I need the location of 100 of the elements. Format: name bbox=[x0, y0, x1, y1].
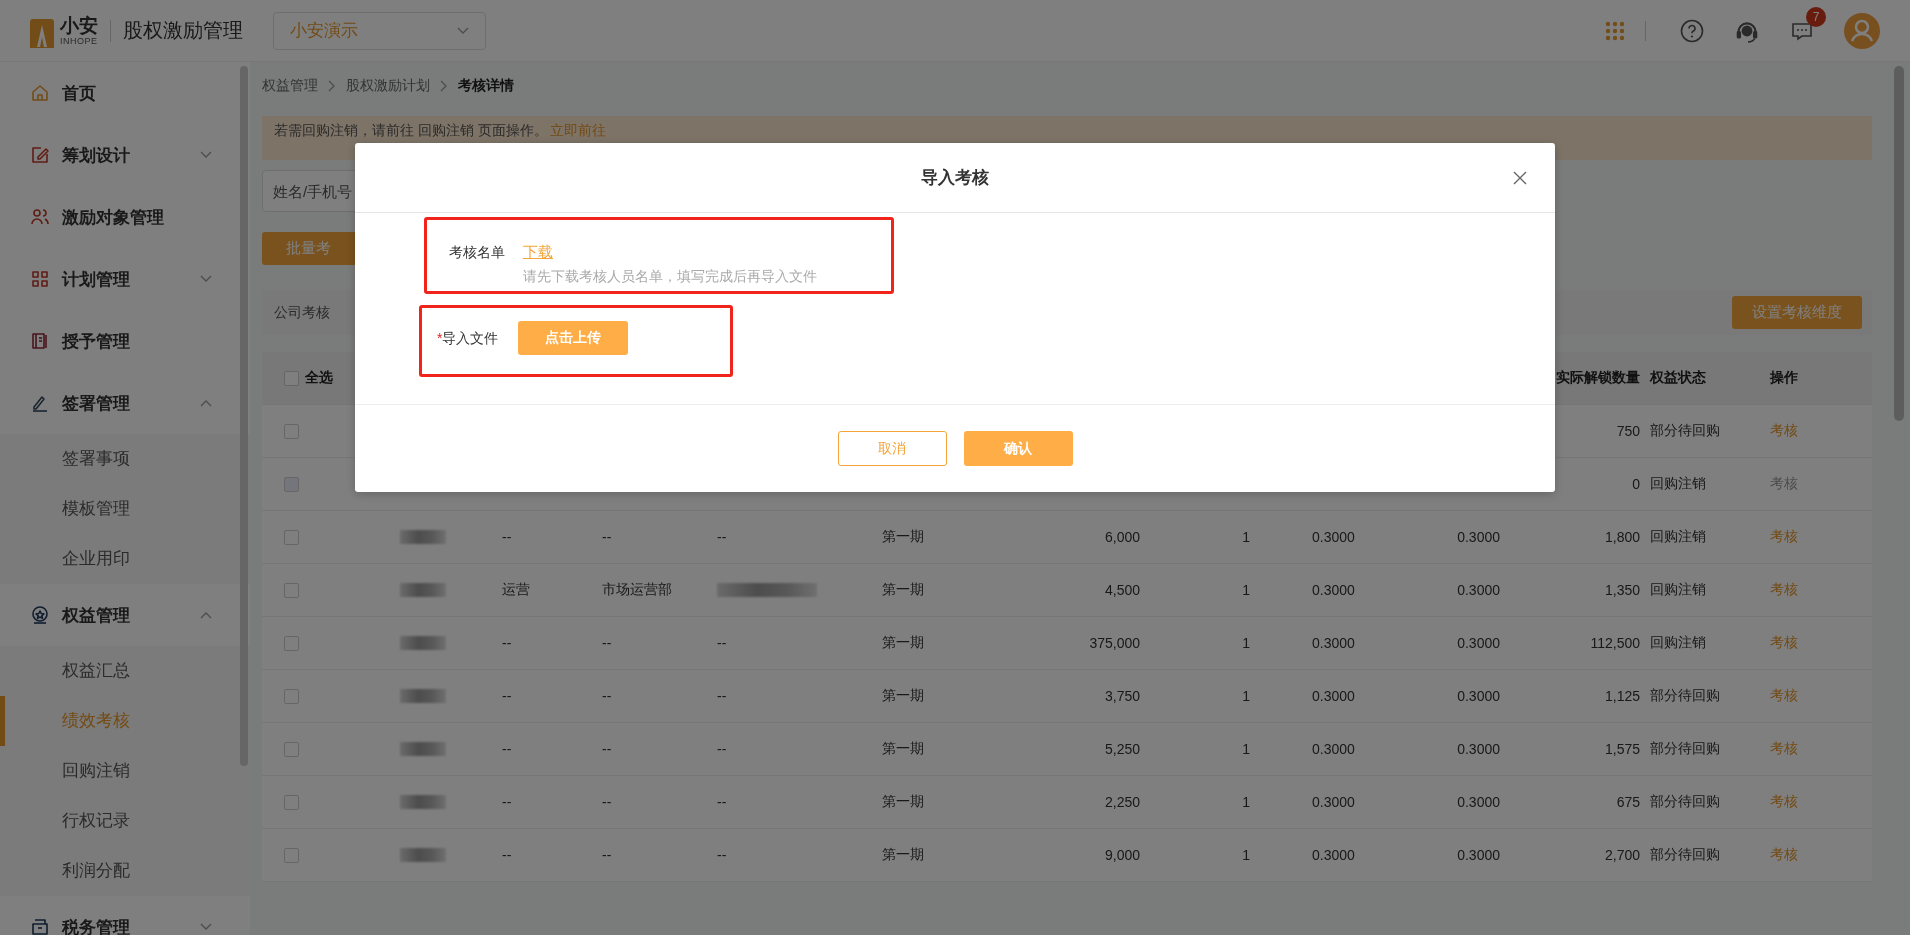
table-cell: -- bbox=[602, 635, 612, 651]
blurred-name bbox=[400, 530, 446, 544]
chevron-icon bbox=[200, 151, 212, 159]
box-icon bbox=[30, 917, 50, 935]
table-cell: -- bbox=[717, 847, 727, 863]
checkbox[interactable] bbox=[284, 688, 299, 704]
company-select[interactable]: 小安演示 bbox=[273, 11, 486, 50]
sidebar-subitem[interactable]: 模板管理 bbox=[0, 484, 250, 534]
grid-icon bbox=[30, 269, 50, 289]
notification-badge: 7 bbox=[1806, 6, 1826, 27]
sidebar-item[interactable]: 激励对象管理 bbox=[0, 186, 250, 248]
sidebar-subitem[interactable]: 行权记录 bbox=[0, 796, 250, 846]
pen-icon bbox=[30, 393, 50, 413]
blurred-name bbox=[400, 848, 446, 862]
table-cell: 112,500 bbox=[1590, 635, 1640, 651]
sidebar-subitem[interactable]: 绩效考核 bbox=[0, 696, 250, 746]
checkbox[interactable] bbox=[284, 847, 299, 863]
table-cell: 0.3000 bbox=[1312, 582, 1355, 598]
review-link[interactable]: 考核 bbox=[1770, 634, 1798, 652]
chevron-icon bbox=[200, 923, 212, 931]
review-link[interactable]: 考核 bbox=[1770, 793, 1798, 811]
table-cell: 0.3000 bbox=[1457, 794, 1500, 810]
table-cell: 回购注销 bbox=[1650, 528, 1706, 546]
review-link[interactable]: 考核 bbox=[1770, 740, 1798, 758]
settings-button[interactable]: 设置考核维度 bbox=[1732, 296, 1862, 329]
sidebar-subitem[interactable]: 权益汇总 bbox=[0, 646, 250, 696]
checkbox[interactable] bbox=[284, 582, 299, 598]
notice-link[interactable]: 立即前往 bbox=[549, 122, 606, 140]
review-link[interactable]: 考核 bbox=[1770, 581, 1798, 599]
table-cell: 1,350 bbox=[1604, 582, 1640, 598]
table-cell: 5,250 bbox=[1104, 741, 1140, 757]
table-cell: 1 bbox=[1242, 741, 1250, 757]
table-cell: 1 bbox=[1242, 582, 1250, 598]
table-cell: 0.3000 bbox=[1457, 529, 1500, 545]
sidebar-subitem[interactable]: 企业用印 bbox=[0, 534, 250, 584]
avatar-icon[interactable] bbox=[1844, 12, 1880, 49]
scrollbar[interactable] bbox=[1894, 66, 1904, 421]
blurred-name bbox=[400, 636, 446, 650]
caret-icon bbox=[457, 26, 469, 35]
table-cell: 1,575 bbox=[1604, 741, 1640, 757]
sidebar-item[interactable]: 筹划设计 bbox=[0, 124, 250, 186]
help-icon[interactable] bbox=[1680, 18, 1704, 43]
review-link[interactable]: 考核 bbox=[1770, 846, 1798, 864]
cancel-button[interactable]: 取消 bbox=[837, 431, 947, 466]
sidebar-subitem[interactable]: 回购注销 bbox=[0, 746, 250, 796]
checkbox[interactable] bbox=[284, 529, 299, 545]
checkbox[interactable] bbox=[284, 635, 299, 651]
sidebar-item[interactable]: 权益管理 bbox=[0, 584, 250, 646]
column-header: 全选 bbox=[305, 369, 333, 387]
apps-grid-icon[interactable] bbox=[1605, 20, 1625, 41]
sidebar-item[interactable]: 签署管理 bbox=[0, 372, 250, 434]
table-cell: 0.3000 bbox=[1312, 794, 1355, 810]
table-cell: 第一期 bbox=[882, 581, 924, 599]
sidebar-item[interactable]: 计划管理 bbox=[0, 248, 250, 310]
breadcrumb-link[interactable]: 股权激励计划 bbox=[346, 77, 430, 95]
breadcrumb-link[interactable]: 权益管理 bbox=[262, 77, 318, 95]
download-link[interactable]: 下载 bbox=[523, 242, 553, 262]
table-cell: 1 bbox=[1242, 529, 1250, 545]
table-cell: 0.3000 bbox=[1457, 847, 1500, 863]
table-cell: 2,250 bbox=[1104, 794, 1140, 810]
sidebar-subitem[interactable]: 签署事项 bbox=[0, 434, 250, 484]
confirm-button[interactable]: 确认 bbox=[963, 431, 1073, 466]
scrollbar[interactable] bbox=[240, 66, 248, 766]
upload-button[interactable]: 点击上传 bbox=[518, 321, 629, 355]
chevron-icon bbox=[200, 275, 212, 283]
table-cell: 1 bbox=[1242, 688, 1250, 704]
review-link[interactable]: 考核 bbox=[1770, 528, 1798, 546]
table-cell: 1 bbox=[1242, 635, 1250, 651]
table-cell: 0.3000 bbox=[1457, 741, 1500, 757]
table-cell: 第一期 bbox=[882, 687, 924, 705]
table-cell: 部分待回购 bbox=[1650, 740, 1720, 758]
table-cell: -- bbox=[602, 741, 612, 757]
close-icon[interactable] bbox=[1513, 171, 1527, 185]
checkbox[interactable] bbox=[284, 794, 299, 810]
table-cell: 0.3000 bbox=[1312, 688, 1355, 704]
table-cell: 回购注销 bbox=[1650, 475, 1706, 493]
sidebar-item[interactable]: 首页 bbox=[0, 62, 250, 124]
sidebar-item[interactable]: 税务管理 bbox=[0, 896, 250, 935]
review-link[interactable]: 考核 bbox=[1770, 422, 1798, 440]
table-cell: 1 bbox=[1242, 847, 1250, 863]
review-link[interactable]: 考核 bbox=[1770, 687, 1798, 705]
table-cell: -- bbox=[602, 794, 612, 810]
table-cell: -- bbox=[717, 688, 727, 704]
chevron-icon bbox=[440, 80, 448, 92]
dialog-title: 导入考核 bbox=[921, 167, 989, 189]
checkbox[interactable] bbox=[284, 423, 299, 439]
table-cell: 1 bbox=[1242, 794, 1250, 810]
table-cell: 675 bbox=[1616, 794, 1640, 810]
breadcrumb-link[interactable]: 考核详情 bbox=[458, 77, 514, 95]
sidebar-item[interactable]: 授予管理 bbox=[0, 310, 250, 372]
table-cell: -- bbox=[502, 794, 512, 810]
table-cell: 运营 bbox=[502, 581, 530, 599]
checkbox[interactable] bbox=[284, 741, 299, 757]
column-header: 实际解锁数量 bbox=[1556, 369, 1640, 387]
sidebar-subitem[interactable]: 利润分配 bbox=[0, 846, 250, 896]
checkbox[interactable] bbox=[284, 370, 299, 386]
table-cell: 第一期 bbox=[882, 528, 924, 546]
table-cell: 回购注销 bbox=[1650, 634, 1706, 652]
logo-text: 小安 bbox=[60, 15, 98, 35]
table-cell: -- bbox=[502, 688, 512, 704]
